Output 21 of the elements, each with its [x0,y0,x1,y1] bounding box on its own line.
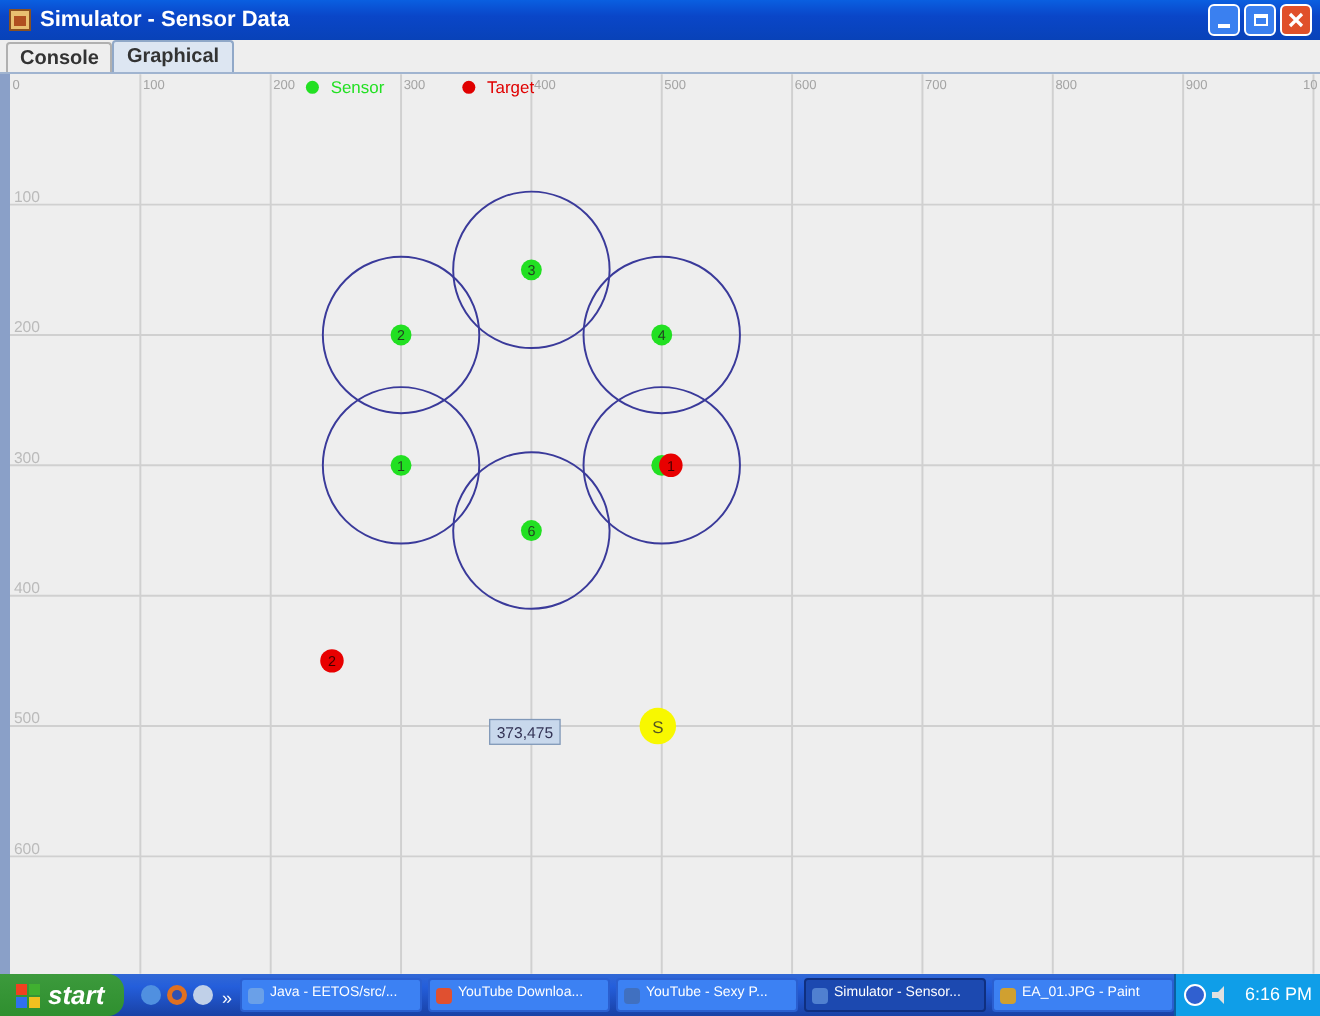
start-button[interactable]: start [0,974,124,1016]
app-icon [998,985,1019,1005]
restore-button[interactable] [1244,4,1276,36]
close-icon [1288,12,1304,28]
app-icon [434,985,455,1005]
window-title: Simulator - Sensor Data [40,5,290,36]
browser-icon[interactable] [192,984,214,1006]
app-icon [622,985,643,1005]
legend-label: Target [487,76,535,97]
minimize-button[interactable] [1208,4,1240,36]
windows-flag-icon [16,983,40,1007]
more-button[interactable]: » [218,989,237,1007]
app-icon [246,985,267,1005]
sink-node: S [639,707,677,745]
app-icon [810,985,831,1005]
tab[interactable]: Graphical [112,40,234,72]
clock: 6:16 PM [1244,981,1312,1008]
network-icon [1184,984,1207,1006]
close-button[interactable] [1280,4,1312,36]
tab[interactable]: Console [6,42,113,72]
legend-label: Sensor [330,76,385,97]
